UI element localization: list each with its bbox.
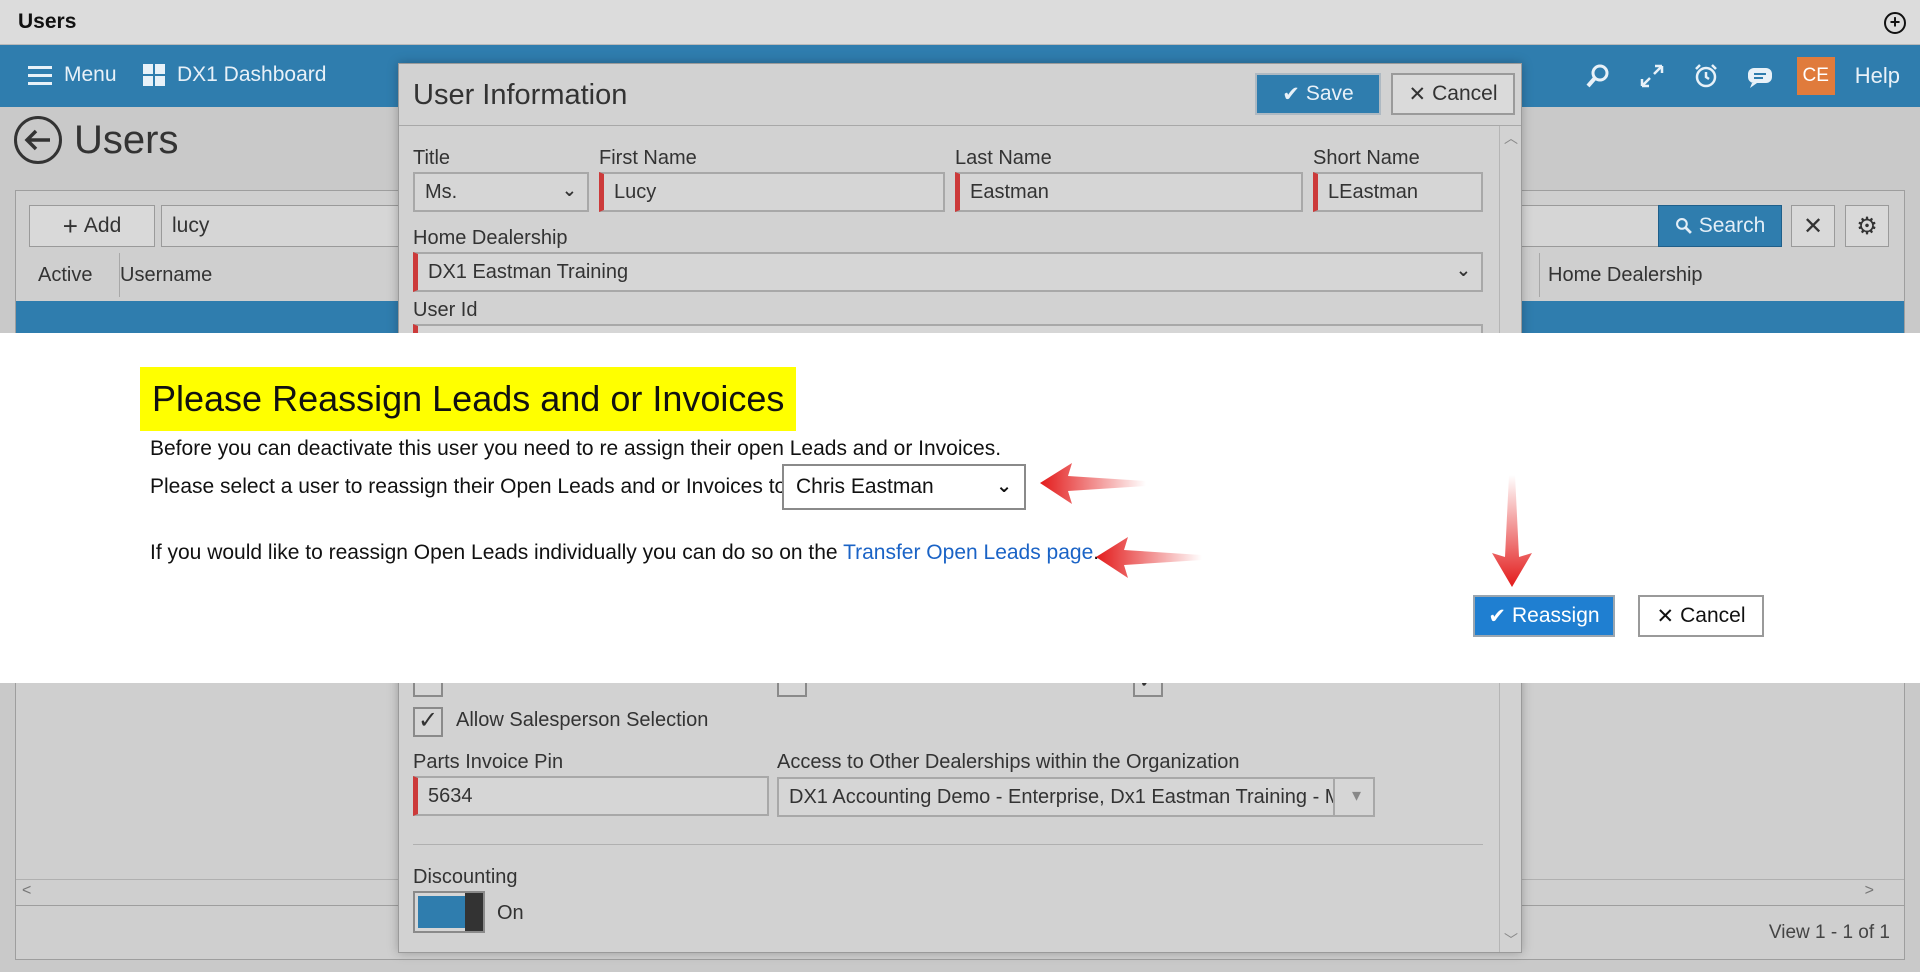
avatar[interactable]: CE [1796, 57, 1835, 95]
divider [413, 844, 1483, 845]
window-title: Users [18, 10, 77, 33]
reassign-button[interactable]: ✔ Reassign [1473, 595, 1615, 637]
reassign-user-value: Chris Eastman [796, 475, 934, 498]
column-header-home-dealership[interactable]: Home Dealership [1539, 253, 1839, 297]
dashboard-link[interactable]: DX1 Dashboard [143, 63, 326, 87]
hamburger-icon [28, 65, 52, 85]
cancel-label: Cancel [1432, 82, 1498, 105]
alarm-icon[interactable] [1689, 59, 1723, 93]
chevron-down-icon: ⌄ [996, 476, 1012, 497]
search-icon [1675, 218, 1692, 234]
reassign-cancel-label: Cancel [1680, 604, 1746, 627]
view-count: View 1 - 1 of 1 [1768, 922, 1890, 943]
reassign-heading: Please Reassign Leads and or Invoices [140, 367, 797, 431]
dashboard-grid-icon [143, 64, 165, 86]
parts-pin-field[interactable]: 5634 [413, 776, 769, 816]
close-icon: ✕ [1802, 212, 1824, 240]
modal-cancel-button[interactable]: ✕ Cancel [1391, 73, 1515, 115]
annotation-arrow-left-icon [1040, 463, 1146, 504]
new-tab-plus-icon[interactable]: + [1884, 12, 1906, 34]
chat-icon[interactable] [1743, 59, 1777, 93]
reassign-instruction-1: Before you can deactivate this user you … [150, 437, 1002, 460]
menu-button[interactable]: Menu [28, 63, 117, 87]
allow-salesperson-checkbox[interactable]: ✓ [413, 707, 443, 737]
title-select[interactable]: Ms. ⌄ [413, 172, 589, 212]
modal-header: User Information ✔ Save ✕ Cancel [399, 64, 1521, 126]
save-label: Save [1305, 82, 1354, 105]
add-label: Add [83, 214, 122, 237]
reassign-instruction-2: Please select a user to reassign their O… [150, 475, 793, 498]
chevron-down-icon: ⌄ [1455, 260, 1471, 280]
scroll-left-icon[interactable]: < [22, 882, 31, 900]
title-label: Title [413, 147, 451, 169]
short-name-field[interactable]: LEastman [1313, 172, 1483, 212]
navbar-right: CE Help [1581, 45, 1920, 107]
search-icon[interactable] [1581, 59, 1615, 93]
reassign-user-select[interactable]: Chris Eastman ⌄ [782, 464, 1026, 510]
reassign-panel: Please Reassign Leads and or Invoices Be… [0, 333, 1920, 683]
discounting-toggle[interactable] [413, 891, 485, 933]
discounting-label: Discounting [413, 866, 518, 888]
annotation-arrow-left-icon [1096, 537, 1202, 578]
scroll-up-icon[interactable]: ︿ [1504, 128, 1518, 148]
scroll-right-icon[interactable]: > [1865, 882, 1874, 900]
parts-pin-label: Parts Invoice Pin [413, 751, 564, 773]
chevron-down-icon: ▾ [1351, 785, 1361, 805]
clear-search-button[interactable]: ✕ [1791, 205, 1835, 247]
title-value: Ms. [425, 181, 458, 203]
transfer-open-leads-link[interactable]: Transfer Open Leads page [843, 541, 1093, 564]
window-bar: Users + [0, 0, 1920, 45]
annotation-arrow-down-icon [1492, 475, 1532, 587]
allow-salesperson-label: Allow Salesperson Selection [456, 709, 709, 731]
page-header: Users [14, 116, 178, 164]
home-dealership-value: DX1 Eastman Training [428, 261, 629, 283]
save-button[interactable]: ✔ Save [1255, 73, 1381, 115]
plus-icon: + [62, 211, 78, 241]
check-icon: ✔ [1282, 82, 1300, 106]
home-dealership-select[interactable]: DX1 Eastman Training ⌄ [413, 252, 1483, 292]
add-user-button[interactable]: + Add [29, 205, 155, 247]
instruction-3-prefix: If you would like to reassign Open Leads… [150, 541, 844, 564]
modal-title: User Information [413, 79, 628, 111]
close-icon: ✕ [1408, 82, 1427, 106]
access-dealerships-label: Access to Other Dealerships within the O… [777, 751, 1240, 773]
short-name-label: Short Name [1313, 147, 1420, 169]
reassign-cancel-button[interactable]: ✕ Cancel [1638, 595, 1764, 637]
access-dealerships-select[interactable]: DX1 Accounting Demo - Enterprise, Dx1 Ea… [777, 777, 1375, 817]
close-icon: ✕ [1656, 604, 1675, 628]
settings-button[interactable]: ⚙ [1845, 205, 1889, 247]
dashboard-label: DX1 Dashboard [177, 63, 327, 86]
search-input-extended[interactable] [1521, 205, 1661, 247]
search-input[interactable]: lucy [161, 205, 411, 247]
access-dropdown-toggle[interactable]: ▾ [1333, 777, 1375, 817]
column-header-username[interactable]: Username [112, 253, 412, 297]
menu-label: Menu [64, 63, 117, 86]
user-id-label: User Id [413, 299, 478, 321]
access-dealerships-value: DX1 Accounting Demo - Enterprise, Dx1 Ea… [789, 786, 1348, 808]
toggle-knob [465, 893, 483, 931]
reassign-label: Reassign [1512, 604, 1600, 627]
chevron-down-icon: ⌄ [561, 180, 577, 200]
search-label: Search [1698, 214, 1766, 237]
gear-icon: ⚙ [1856, 212, 1878, 240]
discounting-state: On [497, 902, 524, 924]
last-name-field[interactable]: Eastman [955, 172, 1303, 212]
first-name-label: First Name [599, 147, 697, 169]
search-button[interactable]: Search [1658, 205, 1782, 247]
back-arrow-icon[interactable] [14, 116, 62, 164]
scroll-down-icon[interactable]: ﹀ [1504, 930, 1518, 950]
home-dealership-label: Home Dealership [413, 227, 568, 249]
check-icon: ✔ [1488, 604, 1507, 628]
toggle-on-fill [418, 896, 466, 928]
column-header-active[interactable]: Active [30, 253, 120, 297]
first-name-field[interactable]: Lucy [599, 172, 945, 212]
expand-icon[interactable] [1635, 59, 1669, 93]
help-link[interactable]: Help [1855, 63, 1900, 89]
last-name-label: Last Name [955, 147, 1052, 169]
page-title: Users [74, 117, 179, 162]
reassign-instruction-3: If you would like to reassign Open Leads… [150, 541, 1099, 565]
